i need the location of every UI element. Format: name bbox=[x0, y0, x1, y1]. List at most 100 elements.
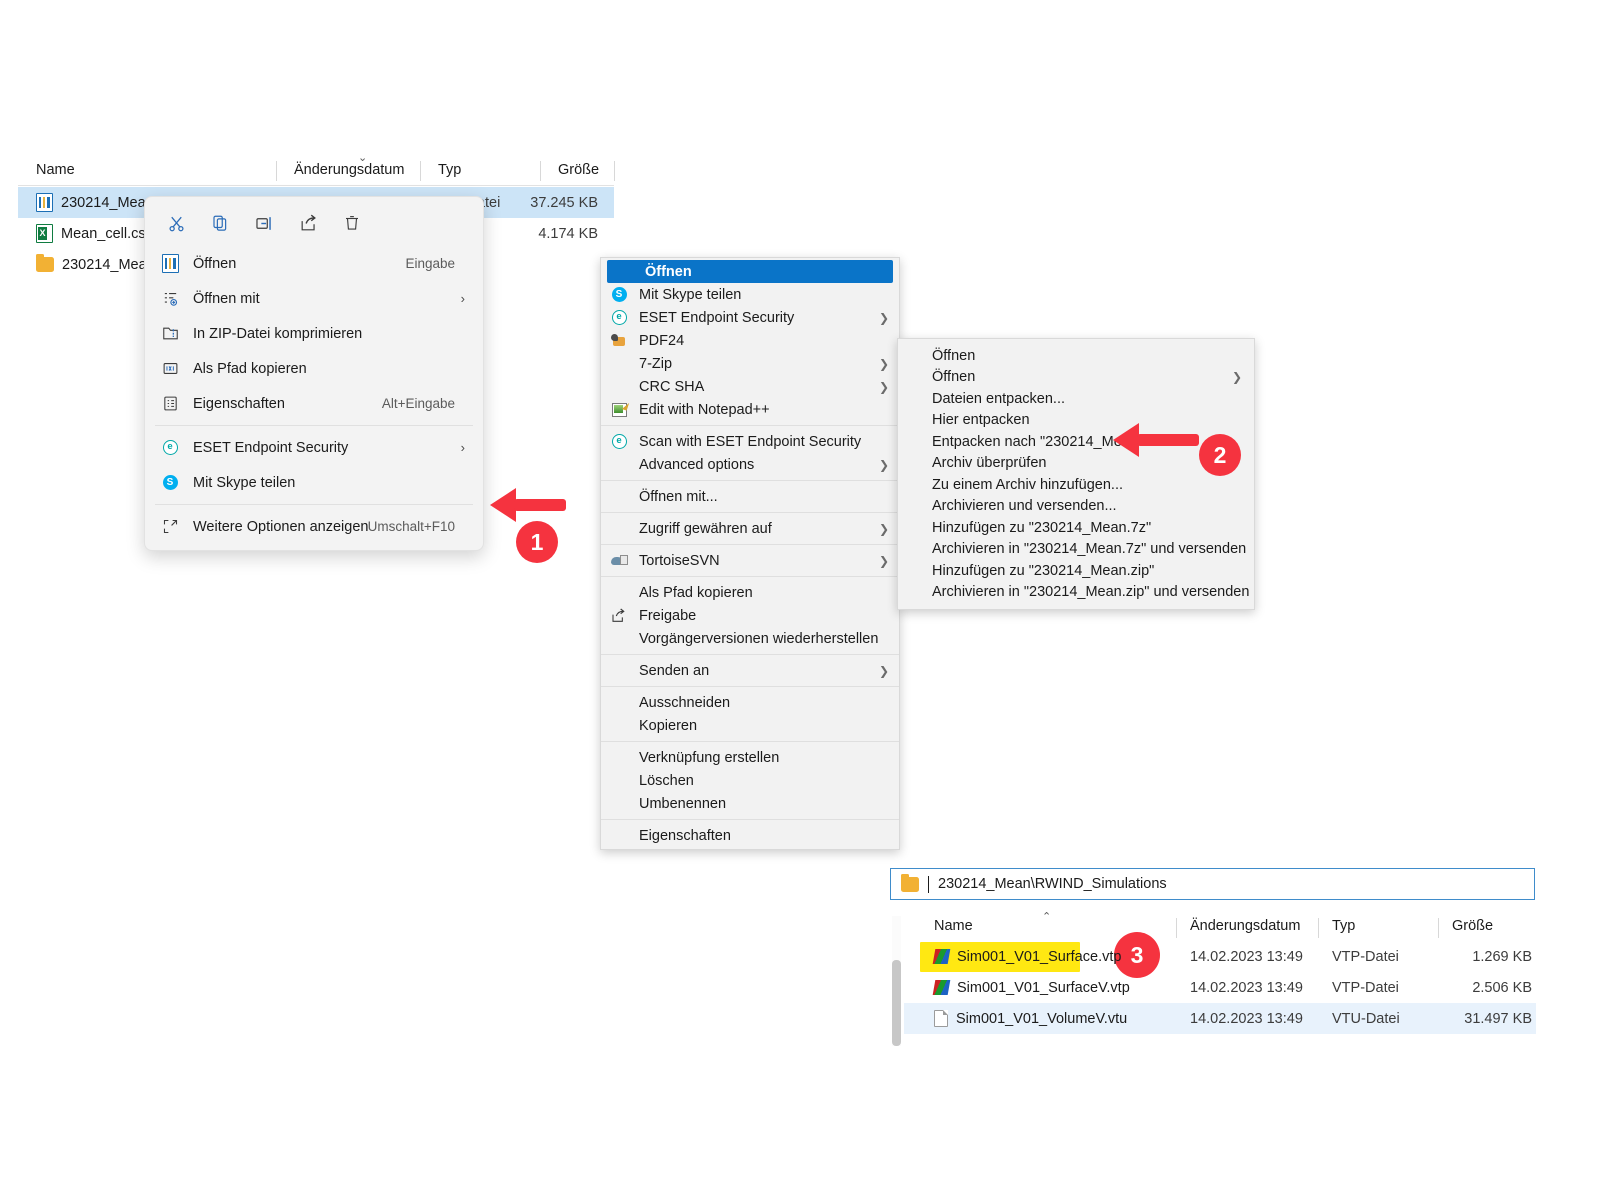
menu-item-zip-komprimieren[interactable]: In ZIP-Datei komprimieren bbox=[149, 316, 479, 351]
menu-item-eigenschaften[interactable]: Eigenschaften bbox=[601, 824, 899, 847]
menu-divider bbox=[601, 654, 899, 655]
column-header-size-label: Größe bbox=[1452, 918, 1493, 934]
column-header-date-label: Änderungsdatum bbox=[1190, 918, 1300, 934]
submenu-item-hinzufuegen-zip[interactable]: Hinzufügen zu "230214_Mean.zip" bbox=[898, 560, 1254, 582]
menu-divider bbox=[601, 425, 899, 426]
menu-divider bbox=[601, 819, 899, 820]
rws2-file-icon bbox=[159, 254, 181, 273]
file-name-cell: Sim001_V01_SurfaceV.vtp bbox=[934, 980, 1130, 996]
csv-file-icon bbox=[36, 224, 53, 243]
file-date-cell: 14.02.2023 13:49 bbox=[1190, 949, 1303, 965]
menu-divider bbox=[601, 686, 899, 687]
column-header-name[interactable]: ⌃ Name bbox=[934, 912, 1176, 940]
menu-item-umbenennen[interactable]: Umbenennen bbox=[601, 792, 899, 815]
column-header-type-label: Typ bbox=[1332, 918, 1355, 934]
file-size-cell: 1.269 KB bbox=[1374, 949, 1532, 965]
menu-item-eset-endpoint-security[interactable]: e ESET Endpoint Security ❯ bbox=[601, 306, 899, 329]
menu-item-oeffnen[interactable]: Öffnen bbox=[607, 260, 893, 283]
menu-item-als-pfad-kopieren[interactable]: Als Pfad kopieren bbox=[149, 351, 479, 386]
chevron-right-icon: › bbox=[461, 291, 465, 306]
menu-item-verknuepfung-erstellen[interactable]: Verknüpfung erstellen bbox=[601, 746, 899, 769]
copy-path-icon bbox=[159, 360, 181, 377]
menu-item-scan-with-eset[interactable]: e Scan with ESET Endpoint Security bbox=[601, 430, 899, 453]
menu-item-advanced-options[interactable]: Advanced options ❯ bbox=[601, 453, 899, 476]
column-header-name[interactable]: Name bbox=[18, 155, 276, 185]
menu-item-pdf24[interactable]: PDF24 bbox=[601, 329, 899, 352]
menu-divider bbox=[155, 425, 473, 426]
submenu-item-oeffnen[interactable]: Öffnen bbox=[898, 345, 1254, 367]
menu-item-eset-endpoint-security[interactable]: e ESET Endpoint Security › bbox=[149, 430, 479, 465]
menu-item-mit-skype-teilen[interactable]: S Mit Skype teilen bbox=[601, 283, 899, 306]
copy-icon[interactable] bbox=[203, 208, 237, 238]
column-header-type[interactable]: Typ bbox=[420, 155, 540, 185]
address-bar[interactable]: 230214_Mean\RWIND_Simulations bbox=[890, 868, 1535, 900]
submenu-item-hier-entpacken[interactable]: Hier entpacken bbox=[898, 410, 1254, 432]
menu-item-oeffnen[interactable]: Öffnen Eingabe bbox=[149, 246, 479, 281]
file-name-cell: Sim001_V01_VolumeV.vtu bbox=[934, 1010, 1127, 1027]
menu-item-freigabe[interactable]: Freigabe bbox=[601, 604, 899, 627]
rws2-file-icon bbox=[36, 193, 53, 212]
menu-divider bbox=[601, 544, 899, 545]
file-size-cell: 2.506 KB bbox=[1374, 980, 1532, 996]
context-menu-win11: Öffnen Eingabe Öffnen mit › In ZIP-Datei… bbox=[144, 196, 484, 551]
submenu-item-oeffnen-sub[interactable]: Öffnen ❯ bbox=[898, 367, 1254, 389]
file-size-cell: 31.497 KB bbox=[1374, 1011, 1532, 1027]
column-header-type[interactable]: Typ bbox=[1332, 912, 1438, 940]
submenu-item-zu-einem-archiv-hinzufuegen[interactable]: Zu einem Archiv hinzufügen... bbox=[898, 474, 1254, 496]
menu-item-zugriff-gewaehren-auf[interactable]: Zugriff gewähren auf ❯ bbox=[601, 517, 899, 540]
menu-item-loeschen[interactable]: Löschen bbox=[601, 769, 899, 792]
more-options-icon bbox=[159, 518, 181, 535]
column-header-size[interactable]: Größe bbox=[540, 155, 614, 185]
zip-icon bbox=[159, 325, 181, 342]
column-divider bbox=[1318, 918, 1319, 938]
column-header-date[interactable]: Änderungsdatum bbox=[1190, 912, 1318, 940]
submenu-item-dateien-entpacken[interactable]: Dateien entpacken... bbox=[898, 388, 1254, 410]
menu-item-oeffnen-mit[interactable]: Öffnen mit › bbox=[149, 281, 479, 316]
menu-item-oeffnen-mit[interactable]: Öffnen mit... bbox=[601, 485, 899, 508]
rename-icon[interactable] bbox=[247, 208, 281, 238]
file-date-cell: 14.02.2023 13:49 bbox=[1190, 980, 1303, 996]
menu-item-tortoisesvn[interactable]: TortoiseSVN ❯ bbox=[601, 549, 899, 572]
submenu-item-hinzufuegen-7z[interactable]: Hinzufügen zu "230214_Mean.7z" bbox=[898, 517, 1254, 539]
menu-item-kopieren[interactable]: Kopieren bbox=[601, 714, 899, 737]
table-row[interactable]: Sim001_V01_VolumeV.vtu 14.02.2023 13:49 … bbox=[904, 1003, 1536, 1034]
chevron-right-icon: ❯ bbox=[879, 357, 889, 371]
menu-item-7zip[interactable]: 7-Zip ❯ bbox=[601, 352, 899, 375]
menu-item-mit-skype-teilen[interactable]: S Mit Skype teilen bbox=[149, 465, 479, 500]
menu-item-weitere-optionen-anzeigen[interactable]: Weitere Optionen anzeigen Umschalt+F10 bbox=[149, 509, 479, 544]
skype-icon: S bbox=[159, 475, 181, 490]
table-row[interactable]: Sim001_V01_SurfaceV.vtp 14.02.2023 13:49… bbox=[904, 972, 1536, 1003]
chevron-right-icon: ❯ bbox=[879, 554, 889, 568]
chevron-right-icon: › bbox=[461, 440, 465, 455]
annotation-badge-1: 1 bbox=[516, 521, 558, 563]
skype-icon: S bbox=[609, 287, 629, 302]
folder-icon bbox=[901, 877, 919, 892]
header-rule bbox=[18, 185, 614, 186]
table-row[interactable]: Sim001_V01_Surface.vtp 14.02.2023 13:49 … bbox=[904, 941, 1536, 972]
menu-item-crc-sha[interactable]: CRC SHA ❯ bbox=[601, 375, 899, 398]
menu-item-senden-an[interactable]: Senden an ❯ bbox=[601, 659, 899, 682]
menu-item-eigenschaften[interactable]: Eigenschaften Alt+Eingabe bbox=[149, 386, 479, 421]
delete-icon[interactable] bbox=[335, 208, 369, 238]
submenu-item-archivieren-zip-versenden[interactable]: Archivieren in "230214_Mean.zip" und ver… bbox=[898, 582, 1254, 604]
share-icon bbox=[609, 608, 629, 624]
file-date-cell: 14.02.2023 13:49 bbox=[1190, 1011, 1303, 1027]
menu-item-ausschneiden[interactable]: Ausschneiden bbox=[601, 691, 899, 714]
menu-item-edit-with-notepadpp[interactable]: Edit with Notepad++ bbox=[601, 398, 899, 421]
scrollbar-thumb[interactable] bbox=[892, 960, 901, 1046]
submenu-item-archivieren-und-versenden[interactable]: Archivieren und versenden... bbox=[898, 496, 1254, 518]
explorer-file-list-bottom: 230214_Mean\RWIND_Simulations ⌃ Name Änd… bbox=[890, 868, 1538, 1046]
menu-divider bbox=[155, 504, 473, 505]
chevron-right-icon: ❯ bbox=[879, 458, 889, 472]
menu-item-vorgaengerversionen-wiederherstellen[interactable]: Vorgängerversionen wiederherstellen bbox=[601, 627, 899, 650]
share-icon[interactable] bbox=[291, 208, 325, 238]
cut-icon[interactable] bbox=[159, 208, 193, 238]
vtp-file-icon bbox=[933, 980, 951, 995]
menu-item-als-pfad-kopieren[interactable]: Als Pfad kopieren bbox=[601, 581, 899, 604]
column-header-size[interactable]: Größe bbox=[1452, 912, 1536, 940]
column-header-date[interactable]: ⌄ Änderungsdatum bbox=[276, 155, 420, 185]
column-header-date-label: Änderungsdatum bbox=[276, 162, 404, 178]
eset-icon: e bbox=[609, 434, 629, 449]
submenu-item-archivieren-7z-versenden[interactable]: Archivieren in "230214_Mean.7z" und vers… bbox=[898, 539, 1254, 561]
eset-icon: e bbox=[159, 440, 181, 455]
